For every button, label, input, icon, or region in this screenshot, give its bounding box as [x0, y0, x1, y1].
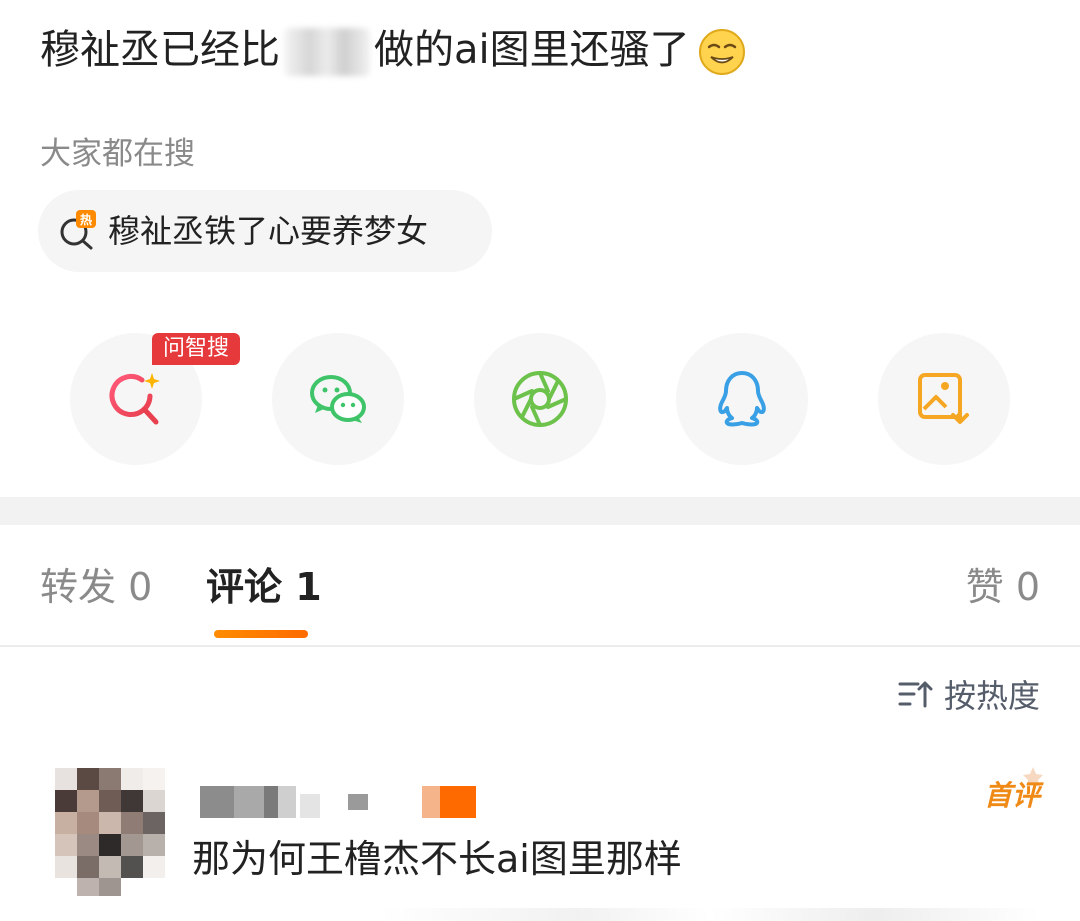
wechat-share-button[interactable] — [272, 333, 404, 465]
username-blurred[interactable] — [200, 786, 480, 818]
smirk-face-icon — [698, 29, 745, 75]
avatar[interactable] — [55, 768, 167, 896]
wechat-icon — [310, 375, 366, 423]
moments-share-button[interactable] — [474, 333, 606, 465]
post-title-end: 做的ai图里还骚了 — [374, 27, 690, 73]
first-comment-badge: 首评 — [983, 779, 1040, 812]
hot-search-icon: 热 — [60, 210, 96, 250]
qq-icon — [718, 371, 766, 427]
tab-divider — [0, 645, 1080, 647]
post-title: 穆祉丞已经比 做的ai图里还骚了 — [40, 22, 746, 78]
tab-repost[interactable]: 转发 0 — [40, 562, 152, 612]
blurred-name — [284, 28, 370, 76]
trending-label: 大家都在搜 — [40, 136, 195, 172]
sort-icon — [898, 681, 933, 708]
tab-like[interactable]: 赞 0 — [966, 562, 1040, 612]
qq-share-button[interactable] — [676, 333, 808, 465]
save-image-button[interactable] — [878, 333, 1010, 465]
hot-search-chip[interactable]: 热 穆祉丞铁了心要养梦女 — [38, 190, 492, 272]
comment-text: 那为何王橹杰不长ai图里那样 — [192, 837, 682, 881]
sort-button[interactable]: 按热度 — [898, 672, 1040, 716]
active-tab-indicator — [214, 630, 308, 638]
post-title-start: 穆祉丞已经比 — [40, 27, 280, 73]
tab-comment[interactable]: 评论 1 — [206, 562, 322, 612]
hot-search-query: 穆祉丞铁了心要养梦女 — [108, 212, 429, 250]
sort-label: 按热度 — [943, 677, 1040, 715]
ai-search-badge: 问智搜 — [152, 333, 240, 365]
comment-actions-row — [380, 908, 1040, 921]
ai-search-icon — [109, 373, 160, 425]
save-image-icon — [918, 373, 969, 424]
section-divider — [0, 497, 1080, 525]
moments-icon — [512, 371, 568, 427]
svg-text:热: 热 — [80, 212, 92, 227]
